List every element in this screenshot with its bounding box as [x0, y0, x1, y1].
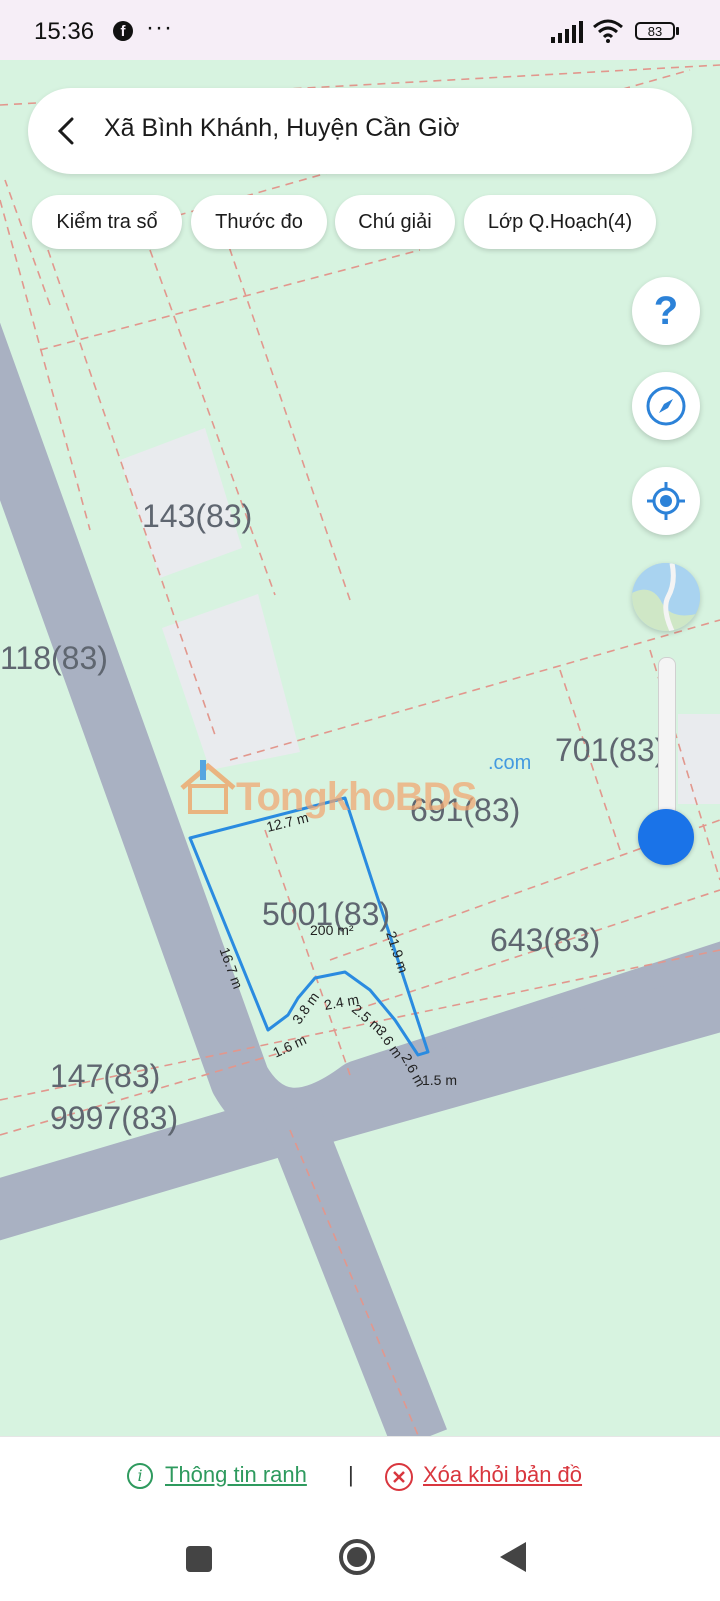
recents-icon[interactable] [186, 1546, 212, 1572]
building [162, 594, 300, 770]
parcel-label-643: 643(83) [490, 922, 601, 958]
location-title: Xã Bình Khánh, Huyện Cần Giờ [104, 114, 460, 142]
area-label: 200 m² [310, 922, 354, 938]
boundary-info-link[interactable]: Thông tin ranh [165, 1462, 307, 1488]
map-thumbnail-icon [632, 563, 700, 631]
parcel-label-147: 147(83) [50, 1058, 161, 1094]
house-logo-icon [180, 760, 236, 814]
watermark-suffix: .com [488, 752, 532, 774]
info-icon: i [127, 1463, 153, 1489]
map-layer-button[interactable] [632, 563, 700, 631]
chip-check-book[interactable]: Kiểm tra sổ [32, 195, 182, 249]
watermark-main: TongkhoBDS [236, 775, 477, 819]
home-icon-dot [347, 1547, 367, 1567]
back-triangle-icon[interactable] [500, 1542, 526, 1572]
wifi-icon [593, 19, 623, 43]
battery-icon: 83 [635, 22, 675, 40]
parcel-label-118: 118(83) [0, 640, 108, 676]
watermark-text: TongkhoBDS [236, 775, 477, 820]
battery-nub [676, 27, 679, 35]
signal-icon [551, 21, 583, 43]
separator: | [348, 1462, 354, 1487]
compass-button[interactable] [632, 372, 700, 440]
status-time: 15:36 [34, 18, 95, 45]
road-vertical [263, 1099, 447, 1436]
x-mark-icon [393, 1471, 405, 1483]
parcel-label-143: 143(83) [142, 498, 253, 534]
building [678, 714, 720, 804]
chip-planning-layer[interactable]: Lớp Q.Hoạch(4) [464, 195, 656, 249]
more-notifications-icon: ··· [146, 14, 173, 41]
crosshair-icon [647, 482, 685, 520]
remove-from-map-link[interactable]: Xóa khỏi bản đồ [423, 1462, 582, 1488]
help-button[interactable]: ? [632, 277, 700, 345]
bottom-action-bar [0, 1436, 720, 1527]
back-arrow-icon[interactable] [54, 116, 82, 146]
chip-legend[interactable]: Chú giải [335, 195, 455, 249]
compass-icon [646, 386, 686, 426]
zoom-slider-thumb[interactable] [638, 809, 694, 865]
parcel-label-9997: 9997(83) [50, 1100, 179, 1136]
facebook-icon: f [113, 21, 133, 41]
locate-button[interactable] [632, 467, 700, 535]
status-bar: 15:36 f ··· 83 [0, 0, 720, 60]
remove-circle-icon [385, 1463, 413, 1491]
chip-ruler[interactable]: Thước đo [191, 195, 327, 249]
